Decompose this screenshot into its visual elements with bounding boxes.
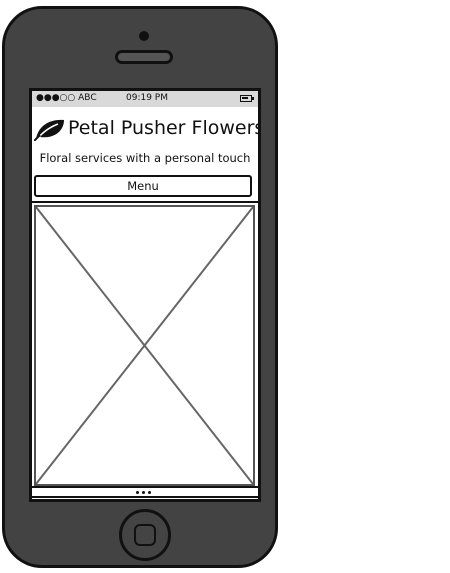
phone-screen: ●●●○○ ABC 09:19 PM Petal Pusher Flowers … [29, 88, 261, 502]
page-dot [148, 491, 151, 494]
divider-top [32, 201, 258, 203]
brand-header[interactable]: Petal Pusher Flowers [34, 113, 258, 143]
battery-icon [240, 95, 254, 102]
home-button[interactable] [119, 509, 171, 561]
status-bar: ●●●○○ ABC 09:19 PM [32, 91, 258, 107]
phone-frame: ●●●○○ ABC 09:19 PM Petal Pusher Flowers … [2, 6, 278, 568]
menu-button[interactable]: Menu [34, 175, 252, 197]
image-placeholder-icon [34, 205, 255, 486]
carrier-indicator: ●●●○○ ABC [36, 93, 97, 103]
home-square-icon [134, 524, 156, 546]
camera-icon [139, 31, 149, 41]
page-dot [142, 491, 145, 494]
carrier-name: ABC [78, 93, 97, 103]
signal-strength-icon: ●●●○○ [36, 93, 76, 103]
speaker-grille [115, 50, 173, 64]
status-time: 09:19 PM [126, 93, 168, 103]
brand-name: Petal Pusher Flowers [68, 117, 261, 139]
mockup-stage: ●●●○○ ABC 09:19 PM Petal Pusher Flowers … [0, 0, 450, 573]
placeholder-cross [36, 207, 253, 484]
page-dot [136, 491, 139, 494]
page-indicator[interactable] [32, 488, 258, 496]
tagline: Floral services with a personal touch [39, 151, 251, 165]
leaf-icon [34, 119, 64, 141]
divider-footer [32, 496, 258, 498]
